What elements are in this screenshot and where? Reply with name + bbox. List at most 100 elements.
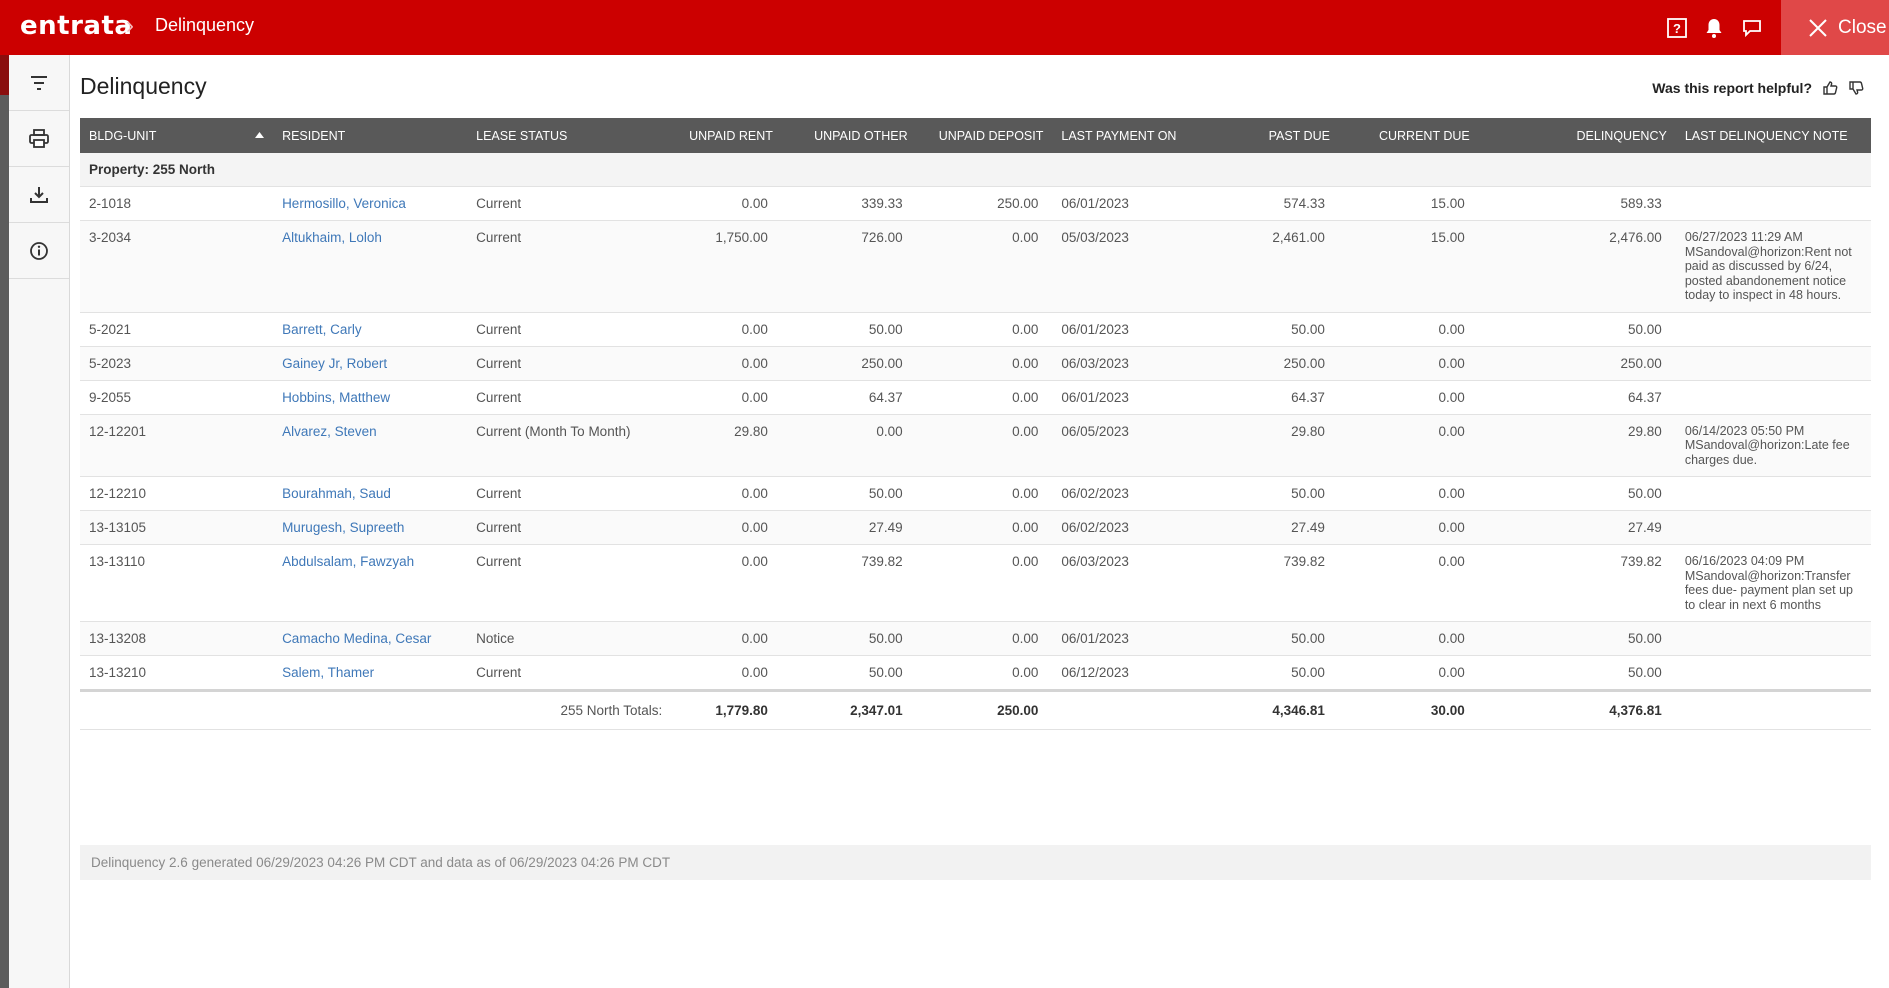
cell-resident: Altukhaim, Loloh	[273, 220, 468, 313]
column-header-delinquency[interactable]: DELINQUENCY	[1478, 118, 1676, 153]
resident-link[interactable]: Murugesh, Supreeth	[282, 520, 404, 535]
column-header-unpaid-deposit[interactable]: UNPAID DEPOSIT	[916, 118, 1053, 153]
cell-unpaid-rent: 0.00	[671, 655, 782, 691]
cell-unpaid-rent: 0.00	[671, 476, 782, 511]
totals-label: 255 North Totals:	[467, 689, 672, 730]
cell-last-payment-on: 06/01/2023	[1052, 312, 1204, 347]
cell-current-due: 15.00	[1338, 220, 1479, 313]
column-header-resident[interactable]: RESIDENT	[273, 118, 468, 153]
totals-empty-cell	[80, 689, 274, 730]
cell-unpaid-deposit: 0.00	[916, 380, 1053, 415]
resident-link[interactable]: Hermosillo, Veronica	[282, 196, 406, 211]
cell-past-due: 50.00	[1203, 476, 1339, 511]
resident-link[interactable]: Salem, Thamer	[282, 665, 374, 680]
totals-unpaid-rent: 1,779.80	[671, 689, 782, 730]
download-button[interactable]	[9, 167, 69, 223]
resident-link[interactable]: Abdulsalam, Fawzyah	[282, 554, 414, 569]
property-group-row: Property: 255 North	[80, 153, 1871, 187]
table-row: 12-12201 Alvarez, Steven Current (Month To…	[80, 414, 1871, 477]
table-row: 5-2023 Gainey Jr, Robert Current 0.00 250.00…	[80, 346, 1871, 381]
cell-last-payment-on: 06/01/2023	[1052, 621, 1204, 656]
cell-delinquency: 27.49	[1478, 510, 1676, 545]
close-button[interactable]: Close	[1781, 0, 1889, 55]
cell-resident: Hobbins, Matthew	[273, 380, 468, 415]
cell-last-delinquency-note	[1675, 186, 1871, 221]
cell-unpaid-rent: 0.00	[671, 346, 782, 381]
totals-unpaid-deposit: 250.00	[916, 689, 1053, 730]
totals-current-due: 30.00	[1338, 689, 1479, 730]
cell-delinquency: 250.00	[1478, 346, 1676, 381]
cell-unpaid-other: 50.00	[781, 655, 917, 691]
cell-last-payment-on: 06/02/2023	[1052, 510, 1204, 545]
resident-link[interactable]: Camacho Medina, Cesar	[282, 631, 431, 646]
cell-last-delinquency-note: 06/14/2023 05:50 PM MSandoval@horizon:La…	[1675, 414, 1871, 477]
cell-past-due: 250.00	[1203, 346, 1339, 381]
cell-lease-status: Current	[467, 312, 672, 347]
cell-unpaid-other: 739.82	[781, 544, 917, 622]
column-header-unpaid-other[interactable]: UNPAID OTHER	[781, 118, 917, 153]
print-button[interactable]	[9, 111, 69, 167]
cell-last-payment-on: 06/01/2023	[1052, 186, 1204, 221]
entrata-logo[interactable]: entrata	[20, 11, 132, 41]
cell-bldg-unit: 13-13208	[80, 621, 274, 656]
cell-unpaid-rent: 29.80	[671, 414, 782, 477]
resident-link[interactable]: Altukhaim, Loloh	[282, 230, 382, 245]
cell-past-due: 50.00	[1203, 655, 1339, 691]
property-label: Property: 255 North	[80, 153, 1871, 187]
cell-delinquency: 589.33	[1478, 186, 1676, 221]
column-header-last-payment-on[interactable]: LAST PAYMENT ON	[1052, 118, 1204, 153]
cell-lease-status: Current	[467, 510, 672, 545]
cell-delinquency: 50.00	[1478, 476, 1676, 511]
cell-past-due: 29.80	[1203, 414, 1339, 477]
cell-resident: Hermosillo, Veronica	[273, 186, 468, 221]
column-header-bldg-unit[interactable]: BLDG-UNIT	[80, 118, 274, 153]
resident-link[interactable]: Bourahmah, Saud	[282, 486, 391, 501]
delinquency-table: BLDG-UNIT RESIDENT LEASE STATUS UNPAID R…	[80, 118, 1871, 730]
cell-unpaid-rent: 1,750.00	[671, 220, 782, 313]
cell-resident: Alvarez, Steven	[273, 414, 468, 477]
column-header-past-due[interactable]: PAST DUE	[1203, 118, 1339, 153]
column-header-current-due[interactable]: CURRENT DUE	[1338, 118, 1479, 153]
thumbs-up-icon[interactable]	[1822, 80, 1838, 96]
cell-bldg-unit: 12-12210	[80, 476, 274, 511]
info-button[interactable]	[9, 223, 69, 279]
cell-unpaid-other: 50.00	[781, 312, 917, 347]
cell-last-payment-on: 06/03/2023	[1052, 346, 1204, 381]
cell-lease-status: Current	[467, 544, 672, 622]
cell-unpaid-deposit: 0.00	[916, 655, 1053, 691]
bell-icon[interactable]	[1702, 16, 1726, 40]
column-header-last-delinquency-note[interactable]: LAST DELINQUENCY NOTE	[1675, 118, 1871, 153]
cell-last-payment-on: 06/02/2023	[1052, 476, 1204, 511]
column-header-label: BLDG-UNIT	[89, 128, 157, 143]
cell-unpaid-deposit: 0.00	[916, 476, 1053, 511]
filter-button[interactable]	[9, 55, 69, 111]
download-icon	[30, 186, 48, 203]
thumbs-down-icon[interactable]	[1848, 80, 1864, 96]
resident-link[interactable]: Hobbins, Matthew	[282, 390, 390, 405]
cell-current-due: 0.00	[1338, 510, 1479, 545]
help-icon[interactable]: ?	[1665, 16, 1689, 40]
cell-unpaid-other: 726.00	[781, 220, 917, 313]
svg-text:?: ?	[1673, 21, 1681, 36]
cell-unpaid-other: 50.00	[781, 476, 917, 511]
column-header-lease-status[interactable]: LEASE STATUS	[467, 118, 672, 153]
cell-past-due: 574.33	[1203, 186, 1339, 221]
resident-link[interactable]: Alvarez, Steven	[282, 424, 377, 439]
table-header-row: BLDG-UNIT RESIDENT LEASE STATUS UNPAID R…	[80, 118, 1871, 153]
cell-bldg-unit: 5-2023	[80, 346, 274, 381]
resident-link[interactable]: Gainey Jr, Robert	[282, 356, 387, 371]
info-icon	[30, 241, 48, 260]
cell-last-delinquency-note	[1675, 621, 1871, 656]
cell-unpaid-deposit: 0.00	[916, 510, 1053, 545]
resident-link[interactable]: Barrett, Carly	[282, 322, 362, 337]
table-row: 13-13210 Salem, Thamer Current 0.00 50.00 0.0…	[80, 655, 1871, 691]
column-header-unpaid-rent[interactable]: UNPAID RENT	[671, 118, 782, 153]
cell-unpaid-deposit: 250.00	[916, 186, 1053, 221]
cell-unpaid-rent: 0.00	[671, 380, 782, 415]
totals-empty-cell	[1675, 689, 1871, 730]
page-title: Delinquency	[80, 73, 207, 99]
cell-current-due: 15.00	[1338, 186, 1479, 221]
chat-icon[interactable]	[1740, 16, 1764, 40]
cell-delinquency: 739.82	[1478, 544, 1676, 622]
cell-unpaid-deposit: 0.00	[916, 346, 1053, 381]
